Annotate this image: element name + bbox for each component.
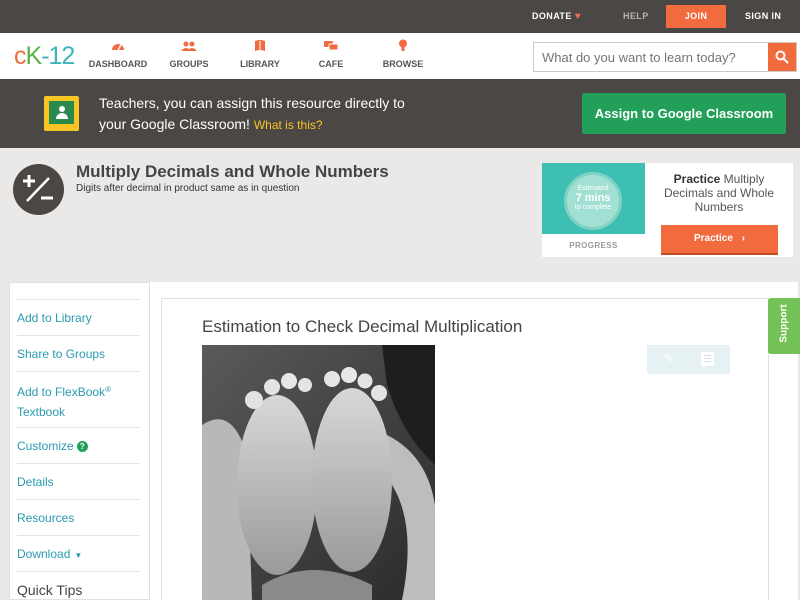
practice-description: Practice Multiply Decimals and Whole Num… xyxy=(655,172,783,214)
main-nav: cK-12 DASHBOARD GROUPS LIBRARY CAFE BROW… xyxy=(0,33,800,79)
library-icon xyxy=(238,39,282,57)
sidebar-item-resources[interactable]: Resources xyxy=(17,499,140,528)
cafe-icon xyxy=(316,39,346,57)
nav-groups-label: GROUPS xyxy=(169,59,209,69)
assign-to-google-classroom-button[interactable]: Assign to Google Classroom xyxy=(582,93,786,134)
sidebar-item-label: Share to Groups xyxy=(17,347,106,361)
registered-mark: ® xyxy=(105,385,111,394)
plus-minus-icon xyxy=(13,164,64,215)
sidebar-item-download[interactable]: Download ▼ xyxy=(17,535,140,566)
sidebar-item-label: Quick Tips xyxy=(17,582,83,598)
sidebar-item-label: Add to FlexBook xyxy=(17,385,106,399)
concept-subtitle: Digits after decimal in product same as … xyxy=(76,183,300,194)
help-link[interactable]: HELP xyxy=(623,0,649,33)
nav-browse-label: BROWSE xyxy=(382,59,424,69)
banner-line-2: your Google Classroom! xyxy=(99,116,250,132)
sidebar-item-label: Download xyxy=(17,547,71,561)
concept-title: Multiply Decimals and Whole Numbers xyxy=(76,162,389,181)
logo-c: c xyxy=(14,42,26,70)
support-label: Support xyxy=(778,304,790,343)
sidebar-item-share-to-groups[interactable]: Share to Groups xyxy=(17,335,140,364)
sidebar-item-add-to-library[interactable]: Add to Library xyxy=(17,299,140,328)
what-is-this-link[interactable]: What is this? xyxy=(254,118,323,132)
nav-browse[interactable]: BROWSE xyxy=(381,39,425,69)
practice-button[interactable]: Practice › xyxy=(661,225,778,255)
support-tab[interactable]: Support xyxy=(768,298,800,354)
help-icon[interactable]: ? xyxy=(76,441,88,452)
sidebar-quick-tips[interactable]: Quick Tips xyxy=(17,571,140,600)
pencil-icon[interactable]: ✎ xyxy=(663,350,675,367)
practice-card: Estimated 7 mins to complete PROGRESS Pr… xyxy=(542,163,793,257)
caret-down-icon: ▼ xyxy=(74,551,83,560)
dashboard-icon xyxy=(88,39,148,57)
chevron-right-icon: › xyxy=(741,233,746,244)
nav-library-label: LIBRARY xyxy=(240,59,280,69)
content-tools: ✎ xyxy=(647,345,730,374)
nav-cafe[interactable]: CAFE xyxy=(316,39,346,69)
baby-feet-photo xyxy=(202,345,435,600)
heart-icon: ♥ xyxy=(574,11,582,22)
banner-message: Teachers, you can assign this resource d… xyxy=(99,93,459,136)
sidebar-item-label: Add to Library xyxy=(17,311,92,325)
search-button[interactable] xyxy=(768,43,796,71)
google-classroom-icon xyxy=(44,96,79,131)
search-icon xyxy=(775,50,789,64)
sidebar-item-label: Resources xyxy=(17,511,75,525)
nav-groups[interactable]: GROUPS xyxy=(166,39,212,69)
sidebar-item-label-line2: Textbook xyxy=(17,405,66,419)
progress-label: PROGRESS xyxy=(569,241,618,250)
sign-in-link[interactable]: SIGN IN xyxy=(745,0,781,33)
logo-dash: - xyxy=(41,42,49,70)
sidebar-item-details[interactable]: Details xyxy=(17,463,140,492)
donate-link[interactable]: DONATE ♥ xyxy=(532,0,581,33)
estimated-mins: 7 mins xyxy=(575,192,611,204)
nav-cafe-label: CAFE xyxy=(318,59,344,69)
content-title: Estimation to Check Decimal Multiplicati… xyxy=(202,317,523,336)
nav-dashboard[interactable]: DASHBOARD xyxy=(88,39,148,69)
sidebar-item-customize[interactable]: Customize? xyxy=(17,427,140,456)
browse-icon xyxy=(381,39,425,57)
sidebar-item-label: Details xyxy=(17,475,54,489)
google-classroom-banner: Teachers, you can assign this resource d… xyxy=(0,79,800,148)
logo-num: 12 xyxy=(48,42,76,70)
logo-k: K xyxy=(25,42,43,70)
estimated-time-badge: Estimated 7 mins to complete xyxy=(564,172,622,230)
practice-bold: Practice xyxy=(673,172,721,186)
join-button[interactable]: JOIN xyxy=(666,5,726,28)
donate-label: DONATE xyxy=(532,11,572,21)
sidebar-item-label: Customize xyxy=(17,439,74,453)
practice-progress-graphic: Estimated 7 mins to complete xyxy=(542,163,645,234)
to-complete-label: to complete xyxy=(574,204,612,211)
nav-dashboard-label: DASHBOARD xyxy=(88,59,148,69)
practice-button-label: Practice xyxy=(693,233,733,244)
groups-icon xyxy=(166,39,212,57)
search-input[interactable] xyxy=(534,43,766,71)
banner-line-1: Teachers, you can assign this resource d… xyxy=(99,95,405,111)
search-box xyxy=(533,42,797,72)
nav-library[interactable]: LIBRARY xyxy=(238,39,282,69)
top-utility-bar: DONATE ♥ HELP JOIN SIGN IN xyxy=(0,0,800,33)
estimated-label: Estimated xyxy=(577,185,609,192)
sidebar: Add to Library Share to Groups Add to Fl… xyxy=(9,282,150,600)
sidebar-item-add-to-flexbook[interactable]: Add to FlexBook® Textbook xyxy=(17,371,140,422)
ck12-logo[interactable]: cK-12 xyxy=(14,42,76,71)
notes-icon[interactable] xyxy=(701,352,714,366)
